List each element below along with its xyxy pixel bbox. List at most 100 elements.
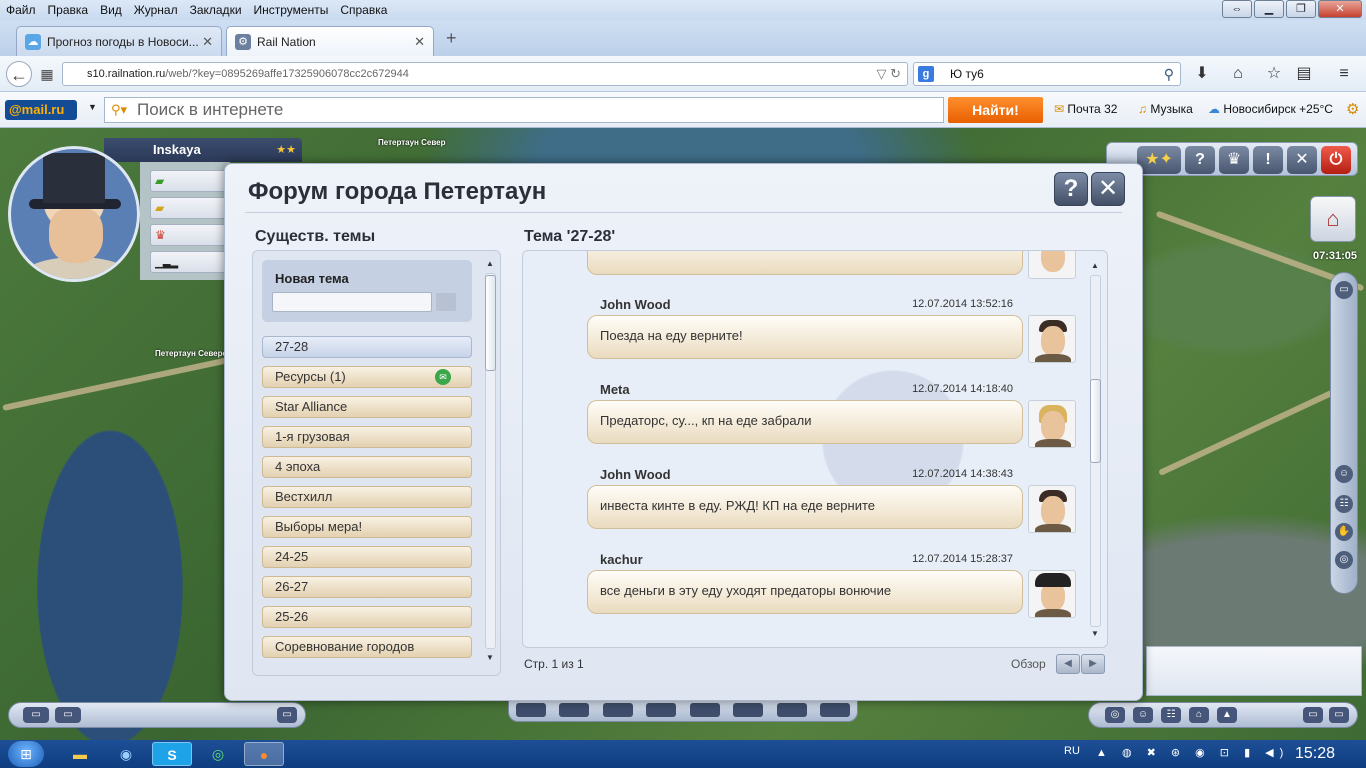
menu-history[interactable]: Журнал: [128, 3, 184, 17]
firefox-icon[interactable]: ●: [244, 742, 284, 766]
maximize-icon[interactable]: ▭: [1329, 707, 1349, 723]
bar-slot-icon[interactable]: [733, 703, 764, 717]
search-icon[interactable]: ⚲: [1164, 63, 1174, 85]
new-topic-input[interactable]: [272, 292, 432, 312]
help-button[interactable]: ?: [1054, 172, 1088, 206]
wagon-icon[interactable]: ▭: [55, 707, 81, 723]
new-topic-submit-button[interactable]: [436, 293, 456, 311]
help-circle-icon[interactable]: ?: [1185, 146, 1215, 174]
download-icon[interactable]: ⬇: [1192, 64, 1212, 84]
mailru-search-input[interactable]: ⚲▾ Поиск в интернете: [104, 97, 944, 123]
music-link[interactable]: ♫ Музыка: [1138, 102, 1193, 116]
weather-link[interactable]: ☁ Новосибирск +25°С: [1208, 102, 1333, 116]
menu-tools[interactable]: Инструменты: [248, 3, 335, 17]
topic-item[interactable]: 26-27: [262, 576, 472, 598]
train-icon[interactable]: ▭: [23, 707, 49, 723]
player-name-bar[interactable]: Inskaya ★★: [104, 138, 302, 162]
topic-item[interactable]: Вестхилл: [262, 486, 472, 508]
bar-slot-icon[interactable]: [776, 703, 807, 717]
collapse-icon[interactable]: ▭: [277, 707, 297, 723]
message-avatar[interactable]: [1028, 570, 1076, 618]
ranking-resource[interactable]: ▁▃▂: [150, 251, 226, 273]
topic-item[interactable]: 27-28: [262, 336, 472, 358]
gold-resource[interactable]: ▰: [150, 197, 226, 219]
menu-edit[interactable]: Правка: [42, 3, 95, 17]
topic-item[interactable]: 24-25: [262, 546, 472, 568]
message-author[interactable]: John Wood: [600, 467, 671, 482]
gear-icon[interactable]: ⚙: [1346, 100, 1359, 118]
topic-item[interactable]: 1-я грузовая: [262, 426, 472, 448]
network-app-icon[interactable]: ◉: [106, 742, 146, 766]
dock-collapse-icon[interactable]: ▭: [1335, 281, 1353, 299]
topics-scrollbar[interactable]: ▲ ▼: [484, 259, 496, 665]
restore-size-icon[interactable]: ⇔: [1222, 0, 1252, 18]
bar-slot-icon[interactable]: [559, 703, 590, 717]
topic-item[interactable]: Соревнование городов: [262, 636, 472, 658]
alert-icon[interactable]: !: [1253, 146, 1283, 174]
message-author[interactable]: John Wood: [600, 297, 671, 312]
scroll-thumb[interactable]: [485, 275, 496, 371]
new-tab-icon[interactable]: +: [446, 28, 457, 49]
close-tab-icon[interactable]: ✕: [202, 34, 213, 50]
close-button[interactable]: ✕: [1091, 172, 1125, 206]
tab-rail-nation[interactable]: ⚙ Rail Nation ✕: [226, 26, 434, 56]
tab-weather[interactable]: ☁ Прогноз погоды в Новоси... ✕: [16, 26, 222, 56]
prestige-resource[interactable]: ♛: [150, 224, 226, 246]
explorer-icon[interactable]: ▬: [60, 742, 100, 766]
menu-file[interactable]: Файл: [0, 3, 42, 17]
history-icon[interactable]: ▦: [34, 61, 60, 87]
menu-view[interactable]: Вид: [94, 3, 128, 17]
map-station-label[interactable]: Петертаун Северо-: [155, 349, 230, 358]
message-avatar[interactable]: [1028, 485, 1076, 533]
group-icon[interactable]: ☷: [1161, 707, 1181, 723]
minimize-icon[interactable]: ▭: [1303, 707, 1323, 723]
association-icon[interactable]: ⌂: [1189, 707, 1209, 723]
mailru-logo[interactable]: @mail.ru: [5, 100, 77, 120]
message-avatar[interactable]: [1028, 315, 1076, 363]
map-station-label[interactable]: Петертаун Север: [378, 138, 446, 147]
topic-item[interactable]: 4 эпоха: [262, 456, 472, 478]
bar-slot-icon[interactable]: [689, 703, 720, 717]
trophy-icon[interactable]: ♛: [1219, 146, 1249, 174]
taskbar-clock[interactable]: 15:28: [1295, 745, 1335, 763]
mail-link[interactable]: ✉ Почта 32: [1054, 102, 1117, 116]
menu-bookmarks[interactable]: Закладки: [184, 3, 248, 17]
chrome-app-icon[interactable]: ◎: [198, 742, 238, 766]
station-icon[interactable]: ⌂: [1310, 196, 1356, 242]
keyboard-language[interactable]: RU: [1064, 745, 1080, 757]
close-tab-icon[interactable]: ✕: [414, 34, 425, 50]
money-resource[interactable]: ▰: [150, 170, 226, 192]
power-icon[interactable]: ⏻: [1321, 146, 1351, 174]
message-author[interactable]: Meta: [600, 382, 630, 397]
globe-icon[interactable]: ◎: [1105, 707, 1125, 723]
scroll-down-icon[interactable]: ▼: [486, 653, 494, 662]
bar-slot-icon[interactable]: [602, 703, 633, 717]
home-icon[interactable]: ⌂: [1228, 64, 1248, 84]
dock-globe-icon[interactable]: ◎: [1335, 551, 1353, 569]
reload-icon[interactable]: ▽ ↻: [876, 63, 901, 85]
bar-slot-icon[interactable]: [646, 703, 677, 717]
back-icon[interactable]: ←: [6, 61, 32, 87]
browser-search-input[interactable]: g Ю ту6 ⚲: [913, 62, 1181, 86]
bar-slot-icon[interactable]: [820, 703, 851, 717]
bookmarks-list-icon[interactable]: ▤: [1294, 64, 1314, 84]
chevron-down-icon[interactable]: ▼: [88, 102, 97, 112]
close-window-icon[interactable]: ✕: [1318, 0, 1362, 18]
dock-person-icon[interactable]: ☺: [1335, 465, 1353, 483]
tools-icon[interactable]: ✕: [1287, 146, 1317, 174]
start-button[interactable]: ⊞: [8, 741, 44, 767]
dock-group-icon[interactable]: ☷: [1335, 495, 1353, 513]
premium-gold-icon[interactable]: ★✦: [1137, 146, 1181, 174]
person-icon[interactable]: ☺: [1133, 707, 1153, 723]
topic-item[interactable]: Ресурсы (1) ✉: [262, 366, 472, 388]
topic-item[interactable]: Выборы мера!: [262, 516, 472, 538]
scroll-thumb[interactable]: [1090, 379, 1101, 463]
scroll-up-icon[interactable]: ▲: [1091, 261, 1099, 270]
bookmark-star-icon[interactable]: ☆: [1264, 64, 1284, 84]
mountain-icon[interactable]: ▲: [1217, 707, 1237, 723]
topic-item[interactable]: Star Alliance: [262, 396, 472, 418]
skype-icon[interactable]: S: [152, 742, 192, 766]
scroll-down-icon[interactable]: ▼: [1091, 629, 1099, 638]
next-page-button[interactable]: ▶: [1081, 654, 1105, 674]
thread-scrollbar[interactable]: ▲ ▼: [1089, 261, 1101, 641]
